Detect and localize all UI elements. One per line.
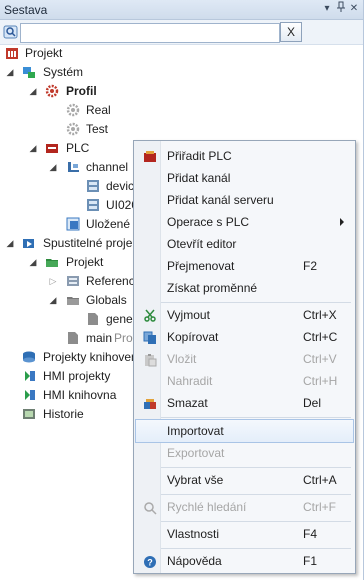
delete-icon	[143, 396, 157, 410]
gear-icon	[66, 122, 80, 136]
copy-icon	[143, 330, 157, 344]
menu-item-replace[interactable]: Nahradit Ctrl+H	[135, 370, 354, 392]
menu-separator	[161, 467, 351, 468]
menu-item-assign-plc[interactable]: Přiřadit PLC	[135, 145, 354, 167]
channel-icon	[66, 160, 80, 174]
menu-item-open-editor[interactable]: Otevřít editor	[135, 233, 354, 255]
gear-icon	[66, 103, 80, 117]
menu-item-delete[interactable]: Smazat Del	[135, 392, 354, 414]
menu-separator	[161, 494, 351, 495]
menu-separator	[161, 417, 351, 418]
menu-item-add-channel[interactable]: Přidat kanál	[135, 167, 354, 189]
paste-icon	[143, 352, 157, 367]
menu-item-paste[interactable]: Vložit Ctrl+V	[135, 348, 354, 370]
menu-item-copy[interactable]: Kopírovat Ctrl+C	[135, 326, 354, 348]
collapse-icon[interactable]: ◢	[48, 158, 58, 176]
menu-item-help[interactable]: ? Nápověda F1	[135, 550, 354, 572]
hmi-icon	[22, 388, 36, 402]
saved-icon	[66, 217, 80, 231]
menu-separator	[161, 521, 351, 522]
menu-item-get-variables[interactable]: Získat proměnné	[135, 277, 354, 299]
help-icon: ?	[143, 554, 157, 568]
file-icon	[66, 331, 80, 345]
dropdown-icon[interactable]: ▾	[320, 1, 334, 17]
device-icon	[86, 179, 100, 193]
collapse-icon[interactable]: ◢	[28, 82, 38, 100]
menu-item-properties[interactable]: Vlastnosti F4	[135, 523, 354, 545]
clear-search-button[interactable]: X	[280, 22, 302, 42]
menu-item-rename[interactable]: Přejmenovat F2	[135, 255, 354, 277]
menu-item-cut[interactable]: Vyjmout Ctrl+X	[135, 304, 354, 326]
panel-titlebar: Sestava ▾ ✕	[0, 0, 363, 20]
menu-separator	[161, 548, 351, 549]
folder-icon	[45, 255, 59, 269]
menu-item-export[interactable]: Exportovat	[135, 442, 354, 464]
library-icon	[22, 350, 36, 364]
menu-separator	[161, 302, 351, 303]
search-input[interactable]	[20, 23, 280, 43]
svg-text:?: ?	[147, 558, 153, 568]
references-icon	[66, 274, 80, 288]
project-icon	[5, 46, 19, 60]
gear-icon	[45, 84, 59, 98]
search-icon	[143, 500, 157, 515]
collapse-icon[interactable]: ◢	[5, 63, 15, 81]
collapse-icon[interactable]: ◢	[5, 234, 15, 252]
panel-title: Sestava	[4, 3, 48, 17]
executable-icon	[22, 236, 36, 250]
menu-item-select-all[interactable]: Vybrat vše Ctrl+A	[135, 469, 354, 491]
expand-icon[interactable]: ▷	[48, 272, 58, 290]
search-options-icon[interactable]	[3, 24, 19, 40]
folder-icon	[66, 293, 80, 307]
plc-icon	[45, 141, 59, 155]
close-icon[interactable]: ✕	[347, 1, 361, 17]
file-icon	[86, 312, 100, 326]
search-toolbar: X	[0, 20, 363, 45]
menu-item-plc-operations[interactable]: Operace s PLC	[135, 211, 354, 233]
collapse-icon[interactable]: ◢	[48, 291, 58, 309]
pin-icon[interactable]	[334, 1, 348, 17]
menu-item-add-server-channel[interactable]: Přidat kanál serveru	[135, 189, 354, 211]
menu-item-quick-search[interactable]: Rychlé hledání Ctrl+F	[135, 496, 354, 518]
collapse-icon[interactable]: ◢	[28, 139, 38, 157]
plc-assign-icon	[143, 149, 157, 163]
submenu-arrow-icon	[340, 218, 344, 226]
context-menu: Přiřadit PLC Přidat kanál Přidat kanál s…	[133, 140, 356, 574]
hmi-icon	[22, 369, 36, 383]
device-icon	[86, 198, 100, 212]
scissors-icon	[143, 308, 157, 322]
menu-item-import[interactable]: Importovat	[135, 419, 354, 443]
collapse-icon[interactable]: ◢	[28, 253, 38, 271]
history-icon	[22, 407, 36, 421]
system-icon	[22, 65, 36, 79]
